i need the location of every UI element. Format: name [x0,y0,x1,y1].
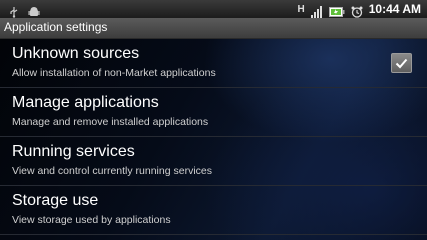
setting-subtitle: Allow installation of non-Market applica… [12,67,216,79]
setting-title: Running services [12,143,135,160]
alarm-icon [351,3,363,18]
setting-running-services[interactable]: Running services View and control curren… [0,137,427,186]
page-title: Application settings [4,20,108,34]
clock: 10:44 AM [368,2,421,16]
checkmark-icon [395,58,408,68]
setting-subtitle: View and control currently running servi… [12,165,212,177]
unknown-sources-checkbox[interactable] [391,53,412,73]
hspa-icon: H [297,3,305,15]
status-bar: H 10:44 AM [0,0,427,18]
setting-title: Manage applications [12,94,159,111]
setting-storage-use[interactable]: Storage use View storage used by applica… [0,186,427,235]
setting-title: Storage use [12,192,99,209]
signal-icon [310,3,323,18]
battery-icon [328,3,345,17]
setting-unknown-sources[interactable]: Unknown sources Allow installation of no… [0,39,427,88]
android-debug-icon [28,3,40,16]
setting-manage-applications[interactable]: Manage applications Manage and remove in… [0,88,427,137]
usb-icon [8,3,20,18]
settings-list: Unknown sources Allow installation of no… [0,39,427,240]
setting-subtitle: Manage and remove installed applications [12,116,209,128]
setting-title: Unknown sources [12,45,140,62]
title-bar: Application settings [0,18,427,39]
setting-subtitle: View storage used by applications [12,214,171,226]
